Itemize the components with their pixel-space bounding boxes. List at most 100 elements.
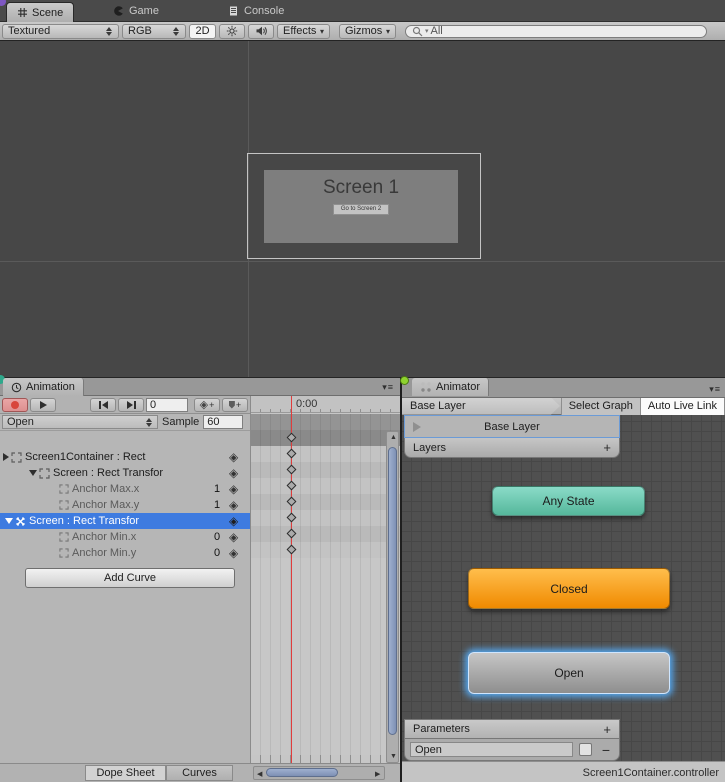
layer-play-icon [413,422,421,432]
scene-search-input[interactable]: ▾ All [405,25,707,38]
screen1-panel[interactable]: Screen 1 Go to Screen 2 [264,170,458,243]
layer-row-base-layer[interactable]: Base Layer [404,415,620,438]
record-button[interactable] [2,398,28,412]
effects-dropdown[interactable]: Effects ▾ [277,24,330,39]
tab-animator-label: Animator [436,381,480,393]
render-mode-value: Textured [8,25,50,37]
keyframe-diamond-icon[interactable]: ◈ [229,466,238,480]
state-node-closed[interactable]: Closed [468,568,670,609]
breadcrumb-base-layer[interactable]: Base Layer [402,398,560,415]
chevron-down-icon: ▾ [320,27,324,36]
tab-scene-label: Scene [32,7,63,19]
keyframe-diamond-icon[interactable]: ◈ [229,546,238,560]
unity-editor-window: Scene Game Console Textured RGB 2D [0,0,725,782]
select-graph-button[interactable]: Select Graph [561,398,640,415]
gizmos-dropdown[interactable]: Gizmos ▾ [339,24,396,39]
render-mode-dropdown[interactable]: Textured [2,24,119,39]
layers-bar[interactable]: Layers + [404,438,620,458]
animator-graph-area[interactable]: Base Layer Layers + Any State Closed Ope… [402,415,725,761]
tab-animation-label: Animation [26,381,75,393]
keyframe-diamond-icon[interactable]: ◈ [229,450,238,464]
tab-scene[interactable]: Scene [6,2,74,22]
game-pacman-icon [112,5,124,17]
frame-input[interactable]: 0 [146,398,188,412]
sample-input[interactable]: 60 [203,415,243,429]
foldout-expanded-icon[interactable] [5,518,13,524]
keyframe-diamond-icon[interactable]: ◈ [229,482,238,496]
property-label: Screen : Rect Transfor [53,467,163,479]
timeline-ruler[interactable]: 0:00 [251,396,400,413]
add-curve-button[interactable]: Add Curve [25,568,235,588]
add-keyframe-button[interactable]: ◈+ [194,398,220,412]
dopesheet-empty-area [251,558,400,755]
scroll-right-icon[interactable]: ▶ [375,770,380,778]
parameter-bool-checkbox[interactable] [579,743,592,756]
dopesheet-master-row [251,430,400,446]
vertical-scrollbar[interactable]: ▲ ▼ [386,431,399,763]
scroll-down-icon[interactable]: ▼ [390,753,397,760]
property-label: Screen : Rect Transfor [29,515,139,527]
property-row-selected[interactable]: Screen : Rect Transfor ◈ [0,513,250,529]
remove-parameter-button[interactable]: − [602,742,610,758]
add-event-button[interactable]: + [222,398,248,412]
state-node-open[interactable]: Open [468,652,670,694]
dopesheet-row [251,494,400,510]
audio-toggle-button[interactable] [248,24,274,39]
updown-arrows-icon [106,27,113,36]
scene-view[interactable]: Screen 1 Go to Screen 2 [0,41,725,377]
panel-menu-icon[interactable]: ▾≡ [382,382,394,393]
keyframe-diamond-icon[interactable]: ◈ [229,498,238,512]
sample-label: Sample [162,416,199,428]
first-frame-button[interactable] [90,398,116,412]
foldout-expanded-icon[interactable] [29,470,37,476]
property-row[interactable]: Anchor Max.y 1 ◈ [0,497,250,513]
add-parameter-button[interactable]: + [603,722,611,737]
parameter-name-input[interactable]: Open [410,742,573,757]
horizontal-scrollbar-thumb[interactable] [266,768,338,777]
go-to-screen2-button[interactable]: Go to Screen 2 [333,204,389,215]
tab-game[interactable]: Game [112,0,159,22]
keyframe-diamond-icon[interactable]: ◈ [229,514,238,528]
corner-dot [400,376,409,385]
parameter-row: Open − [404,739,620,761]
animator-breadcrumb-row: Base Layer Select Graph Auto Live Link [402,398,725,415]
panel-menu-icon[interactable]: ▾≡ [709,384,721,395]
property-row[interactable]: Screen : Rect Transfor ◈ [0,465,250,481]
toggle-2d-label: 2D [195,25,209,37]
tab-console[interactable]: Console [228,0,284,22]
add-layer-button[interactable]: + [603,440,611,455]
tab-dope-sheet[interactable]: Dope Sheet [85,765,166,781]
scroll-left-icon[interactable]: ◀ [257,770,262,778]
skip-first-icon [102,401,108,409]
rect-transform-icon [39,468,50,479]
toggle-2d-button[interactable]: 2D [189,24,216,39]
scroll-up-icon[interactable]: ▲ [390,434,397,441]
rect-transform-missing-icon [15,516,26,527]
vertical-scrollbar-thumb[interactable] [388,447,397,735]
horizontal-scrollbar[interactable]: ◀ ▶ [253,766,385,780]
property-label: Anchor Max.y [72,499,139,511]
screen1-title: Screen 1 [264,177,458,199]
tab-animation[interactable]: Animation [3,378,84,396]
state-node-any-state[interactable]: Any State [492,486,645,516]
chevron-down-icon: ▾ [386,27,390,36]
property-row[interactable]: Anchor Max.x 1 ◈ [0,481,250,497]
property-label: Anchor Max.x [72,483,139,495]
scene-toolbar: Textured RGB 2D Effects ▾ Gizmos ▾ [0,22,725,41]
property-row[interactable]: Screen1Container : Rect ◈ [0,449,250,465]
tab-animator[interactable]: Animator [412,378,489,396]
tab-curves[interactable]: Curves [166,765,233,781]
play-icon [40,401,47,409]
dopesheet[interactable]: 0:00 ▲ ▼ [250,396,400,763]
property-row[interactable]: Anchor Min.y 0 ◈ [0,545,250,561]
foldout-collapsed-icon[interactable] [3,453,9,461]
clip-dropdown[interactable]: Open [2,415,158,429]
keyframe-diamond-icon[interactable]: ◈ [229,530,238,544]
last-frame-button[interactable] [118,398,144,412]
property-row[interactable]: Anchor Min.x 0 ◈ [0,529,250,545]
channel-dropdown[interactable]: RGB [122,24,186,39]
lighting-toggle-button[interactable] [219,24,245,39]
parameters-header[interactable]: Parameters + [404,719,620,739]
auto-live-link-button[interactable]: Auto Live Link [640,398,725,415]
play-button[interactable] [30,398,56,412]
